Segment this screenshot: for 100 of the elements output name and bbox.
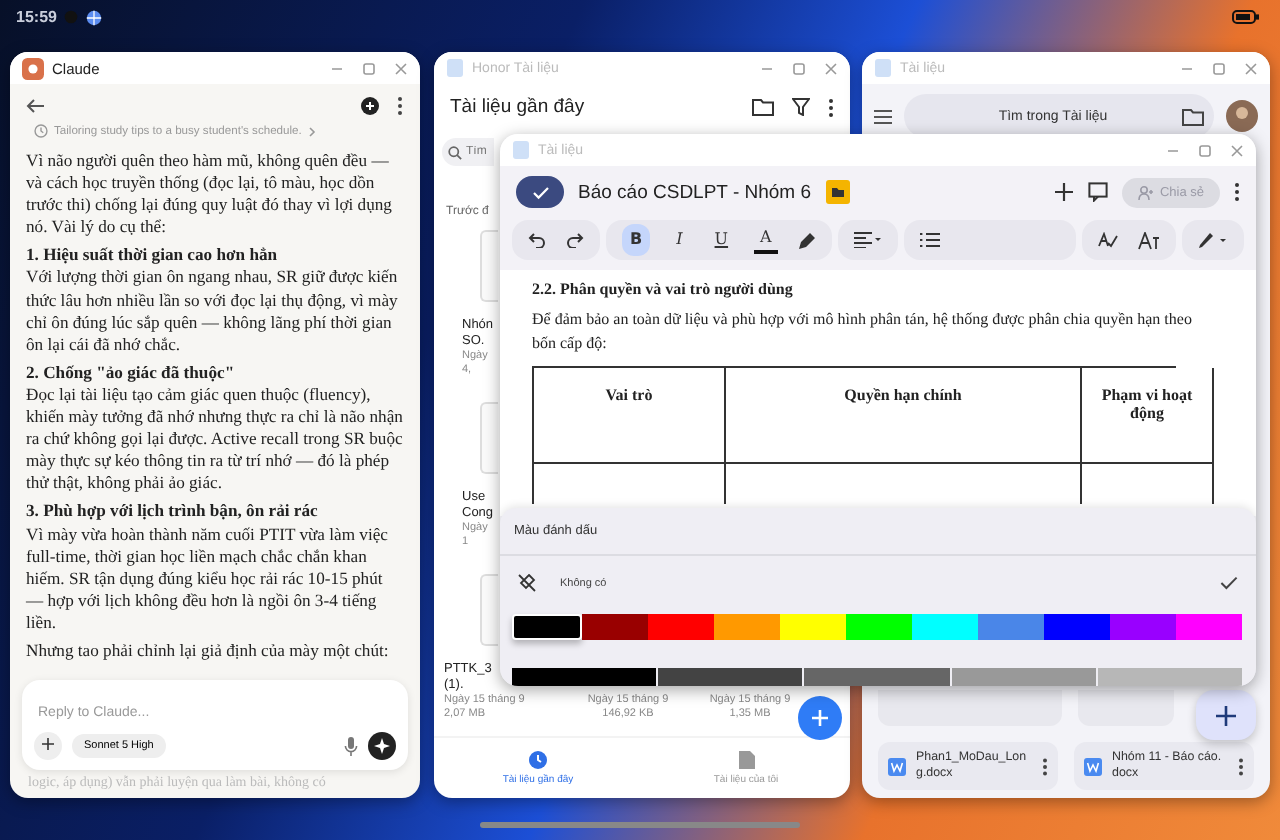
document-icon xyxy=(512,140,530,160)
folder-badge-icon[interactable] xyxy=(825,180,850,204)
color-swatch[interactable] xyxy=(1044,614,1110,640)
more-icon[interactable] xyxy=(1042,757,1048,775)
add-person-icon xyxy=(1137,185,1154,199)
table-header-cell: Vai trò xyxy=(605,386,653,404)
checkmark-icon xyxy=(1220,576,1238,590)
folder-icon[interactable] xyxy=(1182,107,1204,125)
avatar-icon[interactable] xyxy=(1226,100,1258,132)
maximize-icon[interactable] xyxy=(792,61,806,75)
add-button[interactable] xyxy=(1196,690,1256,740)
section-title: Tài liệu gần đây xyxy=(450,96,585,118)
done-button[interactable] xyxy=(516,176,564,208)
no-highlight-icon xyxy=(518,574,536,592)
add-button[interactable] xyxy=(34,732,62,760)
battery-icon xyxy=(1232,10,1260,24)
message-paragraph: Nhưng tao phải chỉnh lại giả định của mày một chút: xyxy=(26,639,391,663)
color-swatch[interactable] xyxy=(978,614,1044,640)
message-paragraph: Đọc lại tài liệu tạo cảm giác quen thuộc (fluency), khiến mày tưởng đã nhớ nhưng thực ra chỉ là não nhận ra chứ không gọi lại được. Active recall trong SR buộc mày thực sự kéo thông tin ra từ trí nhớ — đó là phép thử thật, không phải ảo giác. xyxy=(26,383,404,495)
color-swatch[interactable] xyxy=(912,614,978,640)
file-thumbnail[interactable] xyxy=(480,402,498,474)
document-paragraph: Để đảm bảo an toàn dữ liệu và phù hợp với mô hình phân tán, hệ thống được phân chia quyền hạn theo bốn cấp độ: xyxy=(532,308,1194,356)
filter-icon[interactable] xyxy=(792,98,810,116)
checkmark-icon xyxy=(531,185,549,199)
close-icon[interactable] xyxy=(1244,61,1258,75)
document-heading: 2.2. Phân quyền và vai trò người dùng xyxy=(532,280,795,298)
message-paragraph: Vì mày vừa hoàn thành năm cuối PTIT vừa làm việc full-time, thời gian học liền mạch chắc chắn khan hiếm. SR tận dụng đúng kiểu học rải rác 10-15 phút — hợp với lịch không đều hơn là ngồi ôn 3-4 tiếng liền. xyxy=(26,523,390,634)
new-chat-icon[interactable] xyxy=(360,96,380,116)
format-button[interactable]: A xyxy=(754,226,778,254)
maximize-icon[interactable] xyxy=(1198,143,1212,157)
format-button[interactable]: B xyxy=(622,224,651,256)
close-icon[interactable] xyxy=(824,61,838,75)
word-file-icon xyxy=(1084,757,1102,775)
color-swatch[interactable] xyxy=(1110,614,1176,640)
word-file-icon xyxy=(888,757,906,775)
notification-icon xyxy=(64,10,79,24)
document-icon xyxy=(446,58,464,78)
color-swatch[interactable] xyxy=(1097,668,1243,686)
folder-icon[interactable] xyxy=(752,98,774,116)
file-thumbnail[interactable] xyxy=(480,230,498,302)
message-paragraph: Vì não người quên theo hàm mũ, không quên đều — và cách học truyền thống (đọc lại, tô màu, học dồn trước thi) chống lại đúng quy luật đó thay vì lợi dụng nó. Vài lý do cụ thể: xyxy=(26,150,394,239)
menu-icon[interactable] xyxy=(874,109,892,123)
format-button[interactable]: U xyxy=(708,228,735,252)
color-swatch[interactable] xyxy=(951,668,1096,686)
color-swatch[interactable] xyxy=(846,614,912,640)
comment-icon[interactable] xyxy=(1087,182,1108,202)
clock-time: 15:59 xyxy=(16,8,57,26)
search-icon xyxy=(448,145,462,159)
color-swatch[interactable] xyxy=(658,668,803,686)
clock-icon xyxy=(528,750,548,770)
spellcheck-icon[interactable] xyxy=(1098,232,1118,248)
file-thumbnail[interactable] xyxy=(480,574,498,646)
more-icon[interactable] xyxy=(1238,757,1244,775)
clock-icon xyxy=(34,124,48,138)
plus-icon xyxy=(1214,703,1238,727)
chevron-right-icon[interactable] xyxy=(307,125,316,137)
more-icon[interactable] xyxy=(828,97,834,117)
table-header-cell: Quyền hạn chính xyxy=(844,386,962,404)
more-icon[interactable] xyxy=(396,96,404,116)
color-swatch[interactable] xyxy=(512,614,582,640)
send-button[interactable] xyxy=(368,732,396,760)
document-title[interactable]: Báo cáo CSDLPT - Nhóm 6 xyxy=(578,181,812,203)
message-heading: 3. Phù hợp với lịch trình bận, ôn rải rác xyxy=(26,500,320,523)
align-left-icon[interactable] xyxy=(853,232,882,248)
close-icon[interactable] xyxy=(1230,143,1244,157)
add-button[interactable] xyxy=(798,696,842,740)
back-arrow-icon[interactable] xyxy=(26,98,46,114)
table-header-cell: Phạm vi hoạt động xyxy=(1101,386,1193,422)
color-swatch[interactable] xyxy=(714,614,780,640)
message-heading: 2. Chống "ảo giác đã thuộc" xyxy=(26,361,237,384)
close-icon[interactable] xyxy=(394,61,408,75)
globe-icon xyxy=(86,9,103,25)
undo-icon[interactable] xyxy=(528,232,546,248)
document-icon xyxy=(737,750,755,770)
microphone-icon[interactable] xyxy=(344,736,358,756)
color-swatch[interactable] xyxy=(582,614,648,640)
document-icon xyxy=(874,58,892,78)
color-swatch[interactable] xyxy=(780,614,846,640)
maximize-icon[interactable] xyxy=(362,61,376,75)
maximize-icon[interactable] xyxy=(1212,61,1226,75)
list-icon[interactable] xyxy=(919,232,940,248)
plus-icon xyxy=(42,738,54,750)
color-swatch[interactable] xyxy=(804,668,950,686)
file-card[interactable] xyxy=(878,690,1062,726)
redo-icon[interactable] xyxy=(566,232,584,248)
file-card[interactable] xyxy=(1078,690,1174,726)
color-swatch[interactable] xyxy=(648,614,714,640)
color-swatch[interactable] xyxy=(512,668,657,686)
text-format-icon[interactable] xyxy=(1138,231,1160,249)
highlighter-icon[interactable] xyxy=(797,231,816,249)
color-swatch[interactable] xyxy=(1176,614,1242,640)
more-icon[interactable] xyxy=(1234,182,1240,202)
message-paragraph: Với lượng thời gian ôn ngang nhau, SR giữ được kiến thức lâu hơn nhiều lần so với đọc lại thụ động, vì mày chỉ ôn đúng lúc sắp quên — không lãng phí thời gian ôn lại cái đã nhớ chắc. xyxy=(26,266,400,356)
pen-dropdown-icon[interactable] xyxy=(1198,231,1228,249)
format-button[interactable]: I xyxy=(670,228,689,252)
plus-icon[interactable] xyxy=(1053,182,1074,202)
message-heading: 1. Hiệu suất thời gian cao hơn hẳn xyxy=(26,244,280,267)
app-logo-icon xyxy=(22,57,44,79)
plus-icon xyxy=(810,708,830,728)
sparkle-icon xyxy=(374,738,390,754)
